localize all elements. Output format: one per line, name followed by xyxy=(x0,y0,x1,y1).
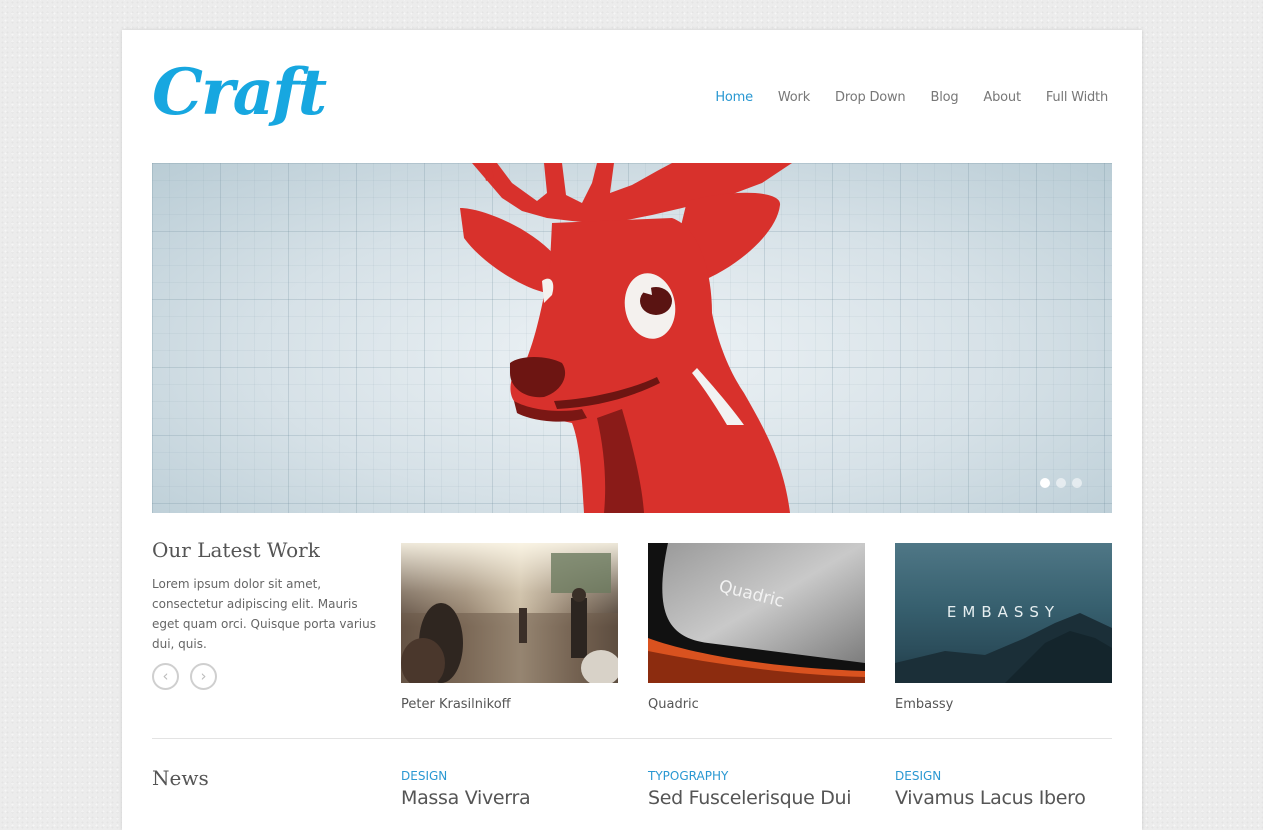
post-category-link[interactable]: DESIGN xyxy=(895,769,941,783)
chevron-right-icon[interactable]: › xyxy=(190,663,217,690)
latest-work-heading: Our Latest Work xyxy=(152,538,320,562)
slider-dot-2[interactable] xyxy=(1056,478,1066,488)
street-scene-image xyxy=(401,553,618,683)
nav-item-about[interactable]: About xyxy=(983,90,1021,105)
nav-item-home[interactable]: Home xyxy=(715,90,753,105)
chevron-left-icon[interactable]: ‹ xyxy=(152,663,179,690)
site-logo[interactable]: Craft xyxy=(152,52,327,134)
work-thumbnail-book[interactable]: Quadric xyxy=(648,543,865,683)
news-post: DESIGN Massa Viverra xyxy=(401,767,618,809)
news-post: DESIGN Vivamus Lacus Ibero xyxy=(895,767,1112,809)
main-nav: Home Work Drop Down Blog About Full Widt… xyxy=(690,90,1108,105)
work-caption[interactable]: Peter Krasilnikoff xyxy=(401,697,618,712)
nav-item-work[interactable]: Work xyxy=(778,90,810,105)
slider-pagination xyxy=(1040,478,1082,488)
post-category-link[interactable]: DESIGN xyxy=(401,769,447,783)
nav-item-drop-down[interactable]: Drop Down xyxy=(835,90,906,105)
news-post: TYPOGRAPHY Sed Fuscelerisque Dui xyxy=(648,767,865,809)
book-cover-image: Quadric xyxy=(648,543,865,683)
post-title[interactable]: Massa Viverra xyxy=(401,787,618,809)
work-thumbnail-street[interactable] xyxy=(401,543,618,683)
post-title[interactable]: Vivamus Lacus Ibero xyxy=(895,787,1112,809)
section-divider xyxy=(152,738,1112,739)
work-item-quadric[interactable]: Quadric Quadric xyxy=(648,543,865,712)
page-container: Craft Home Work Drop Down Blog About Ful… xyxy=(122,30,1142,830)
work-caption[interactable]: Embassy xyxy=(895,697,1112,712)
nav-item-blog[interactable]: Blog xyxy=(930,90,958,105)
deer-illustration xyxy=(460,163,792,513)
work-caption[interactable]: Quadric xyxy=(648,697,865,712)
embassy-cover-text: EMBASSY xyxy=(946,603,1061,621)
post-title[interactable]: Sed Fuscelerisque Dui xyxy=(648,787,865,809)
latest-work-description: Lorem ipsum dolor sit amet, consectetur … xyxy=(152,577,376,651)
work-thumbnail-mountain[interactable]: EMBASSY xyxy=(895,543,1112,683)
slider-dot-1[interactable] xyxy=(1040,478,1050,488)
post-category-link[interactable]: TYPOGRAPHY xyxy=(648,769,728,783)
nav-item-full-width[interactable]: Full Width xyxy=(1046,90,1108,105)
hero-slider[interactable] xyxy=(152,163,1112,513)
news-heading: News xyxy=(152,766,209,790)
slider-dot-3[interactable] xyxy=(1072,478,1082,488)
work-item-embassy[interactable]: EMBASSY Embassy xyxy=(895,543,1112,712)
work-item-peter-krasilnikoff[interactable]: Peter Krasilnikoff xyxy=(401,543,618,712)
